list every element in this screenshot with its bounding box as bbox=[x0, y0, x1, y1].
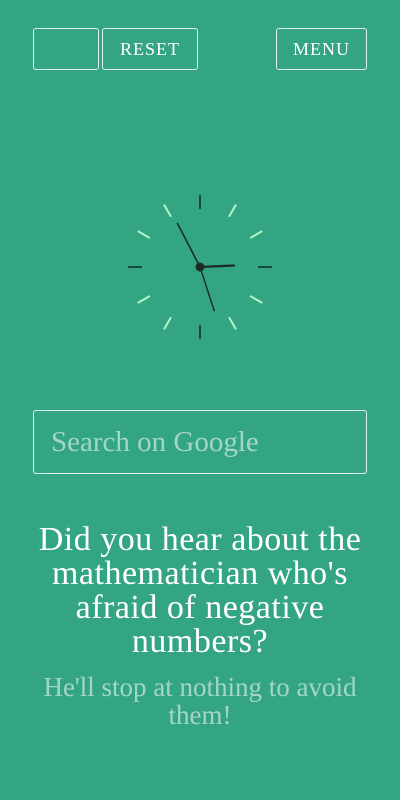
reset-button[interactable]: RESET bbox=[102, 28, 198, 70]
top-toolbar: RESET MENU bbox=[33, 28, 367, 72]
hour-marker-10 bbox=[137, 230, 151, 239]
blank-button[interactable] bbox=[33, 28, 99, 70]
joke-setup: Did you hear about the mathematician who… bbox=[38, 521, 362, 660]
hour-marker-1 bbox=[228, 204, 237, 218]
menu-button[interactable]: MENU bbox=[276, 28, 367, 70]
hour-hand bbox=[198, 264, 236, 269]
search-input[interactable] bbox=[51, 425, 366, 459]
hour-marker-8 bbox=[137, 295, 151, 304]
minute-hand bbox=[176, 222, 201, 268]
hour-marker-7 bbox=[163, 316, 172, 330]
hour-marker-11 bbox=[163, 204, 172, 218]
hour-marker-4 bbox=[249, 295, 263, 304]
second-hand bbox=[199, 266, 215, 312]
clock-center-dot bbox=[195, 262, 205, 272]
hour-marker-5 bbox=[228, 316, 237, 330]
joke-punchline: He'll stop at nothing to avoid them! bbox=[43, 672, 357, 730]
joke-card: Did you hear about the mathematician who… bbox=[20, 521, 380, 730]
clock-face bbox=[128, 195, 272, 339]
analog-clock bbox=[125, 192, 275, 342]
search-box[interactable] bbox=[33, 410, 367, 474]
hour-marker-2 bbox=[249, 230, 263, 239]
